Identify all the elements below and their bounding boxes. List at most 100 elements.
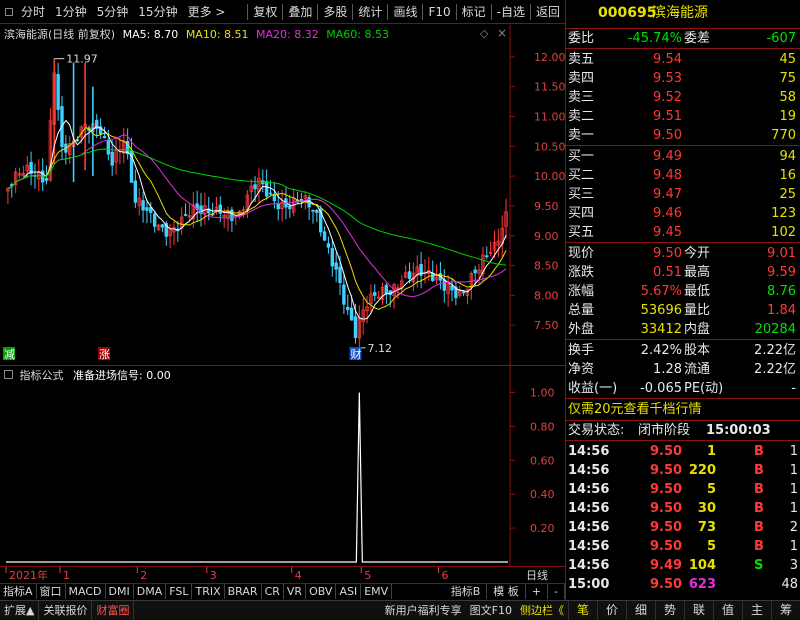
status-left-2[interactable]: 财富圈 (92, 601, 135, 620)
toolbar-button-6[interactable]: 标记 (457, 0, 491, 24)
indicator-tab-1[interactable]: 窗口 (37, 584, 66, 599)
indicator-tab-5[interactable]: FSL (166, 584, 193, 599)
indicator-tab-11[interactable]: ASI (336, 584, 362, 599)
tick-volume: 73 (697, 520, 716, 535)
detail-button-4[interactable]: 联 (684, 601, 713, 620)
detail-button-6[interactable]: 主 (742, 601, 771, 620)
status-mid-1[interactable]: 图文F10 (466, 601, 516, 620)
price-tick-label: 11.00 (534, 111, 565, 124)
candle-body (346, 306, 350, 311)
candle-body (272, 194, 277, 202)
tick-volume: 220 (688, 463, 716, 478)
status-left-0[interactable]: 扩展▲ (0, 601, 40, 620)
bid-row: 买一 9.49 94 (566, 147, 800, 166)
stat-value: 33412 (640, 322, 682, 337)
tick-count: 48 (781, 577, 798, 592)
indicator-tab-right-0[interactable]: 指标B (445, 584, 488, 599)
candle-body (183, 214, 188, 216)
indicator-tick-label: 0.20 (530, 522, 555, 535)
candle-body (384, 284, 389, 295)
indicator-tab-9[interactable]: VR (284, 584, 307, 599)
quote-stat-row: 外盘 33412 内盘 20284 (566, 320, 800, 339)
status-bar: 扩展▲ 关联报价 财富圈 新用户福利专享 图文F10 侧边栏《 笔价细势联值主筹 (0, 600, 800, 620)
candle-body (56, 73, 60, 110)
period-tab-1[interactable]: 1分钟 (50, 0, 92, 24)
event-tag-left[interactable]: 减 (4, 348, 15, 361)
stock-code: 000695 (598, 5, 657, 21)
indicator-tab-right-3[interactable]: - (548, 584, 565, 599)
indicator-tab-3[interactable]: DMI (106, 584, 134, 599)
status-mid-0[interactable]: 新用户福利专享 (381, 601, 466, 620)
event-tag-mid[interactable]: 涨 (99, 348, 110, 361)
toolbar-button-1[interactable]: 叠加 (283, 0, 317, 24)
stat-value: 53696 (640, 303, 682, 318)
status-left-1[interactable]: 关联报价 (39, 601, 93, 620)
stat-label: 最低 (684, 284, 711, 299)
indicator-tab-10[interactable]: OBV (306, 584, 337, 599)
indicator-tab-2[interactable]: MACD (66, 584, 106, 599)
tick-time: 14:56 (568, 539, 610, 554)
ask-label: 卖五 (568, 52, 595, 67)
indicator-tab-right-2[interactable]: + (526, 584, 549, 599)
toolbar-button-3[interactable]: 统计 (353, 0, 387, 24)
fund-label: 收益(一) (568, 381, 618, 396)
indicator-chart[interactable]: 1.00 0.80 0.60 0.40 0.20 (0, 366, 565, 566)
toolbar-button-2[interactable]: 多股 (318, 0, 352, 24)
period-tab-2[interactable]: 5分钟 (92, 0, 134, 24)
promo-row[interactable]: 仅需20元查看千档行情 (566, 400, 800, 419)
tick-row: 14:56 9.50 1 B 1 (566, 442, 800, 461)
tick-volume: 1 (706, 444, 716, 459)
indicator-tab-right-1[interactable]: 模 板 (487, 584, 526, 599)
tick-price: 9.50 (650, 539, 683, 554)
candle-body (338, 266, 342, 283)
candle-body (264, 181, 269, 197)
signal-line (6, 392, 508, 563)
bid-price: 9.47 (653, 187, 682, 202)
tick-count: 1 (789, 444, 798, 459)
kline-panel: 滨海能源(日线 前复权) MA5: 8.70 MA10: 8.51 MA20: … (0, 25, 565, 365)
candle-body (145, 207, 149, 211)
event-tag-low[interactable]: 财 (350, 347, 361, 361)
price-tick-label: 7.50 (534, 319, 559, 332)
indicator-tab-6[interactable]: TRIX (192, 584, 225, 599)
toolbar-button-7[interactable]: -自选 (492, 0, 530, 24)
candle-body (373, 291, 377, 296)
toolbar-button-8[interactable]: 返回 (531, 0, 565, 24)
bid-row: 买四 9.46 123 (566, 204, 800, 223)
stat-value: 1.84 (767, 303, 796, 318)
ask-price: 9.51 (653, 109, 682, 124)
tick-price: 9.50 (650, 444, 683, 459)
detail-button-3[interactable]: 势 (655, 601, 684, 620)
period-label[interactable]: 日线 (526, 568, 548, 582)
detail-button-2[interactable]: 细 (626, 601, 655, 620)
detail-button-0[interactable]: 笔 (568, 601, 597, 620)
toolbar-button-5[interactable]: F10 (423, 0, 455, 24)
tick-row: 14:56 9.50 220 B 1 (566, 461, 800, 480)
candle-body (110, 151, 114, 166)
candle-body (322, 231, 327, 241)
status-mid-2[interactable]: 侧边栏《 (516, 601, 568, 620)
tick-time: 14:56 (568, 501, 610, 516)
ask-volume: 19 (779, 109, 796, 124)
period-tab-4[interactable]: 更多 > (183, 0, 231, 24)
detail-button-7[interactable]: 筹 (771, 601, 800, 620)
indicator-tab-4[interactable]: DMA (134, 584, 167, 599)
toolbar-button-4[interactable]: 画线 (388, 0, 422, 24)
kline-chart[interactable]: 12.00 11.50 11.00 10.50 10.00 9.50 9.00 8.50 8.0… (0, 25, 565, 365)
toolbar-button-0[interactable]: 复权 (248, 0, 282, 24)
indicator-tab-7[interactable]: BRAR (225, 584, 262, 599)
menu-icon[interactable] (5, 7, 13, 16)
indicator-tab-0[interactable]: 指标A (0, 584, 37, 599)
period-tab-0[interactable]: 分时 (16, 0, 50, 24)
tick-time: 14:56 (568, 463, 610, 478)
ask-volume: 770 (771, 128, 796, 143)
stock-name: 滨海能源 (652, 5, 708, 21)
indicator-tab-8[interactable]: CR (262, 584, 284, 599)
detail-button-5[interactable]: 值 (713, 601, 742, 620)
price-tick-label: 9.50 (534, 200, 559, 213)
indicator-tab-12[interactable]: EMV (361, 584, 393, 599)
period-tab-3[interactable]: 15分钟 (133, 0, 182, 24)
detail-button-1[interactable]: 价 (597, 601, 626, 620)
quote-stat-row: 涨跌 0.51 最高 9.59 (566, 263, 800, 282)
promo-link[interactable]: 仅需20元查看千档行情 (568, 400, 702, 419)
